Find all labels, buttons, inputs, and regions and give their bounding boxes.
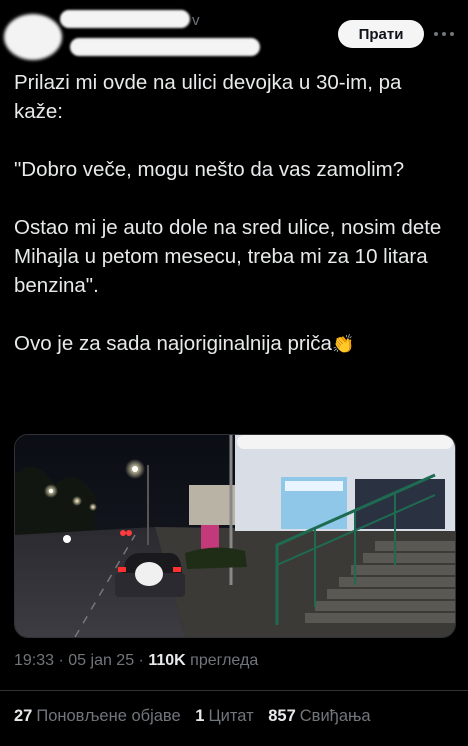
divider — [0, 690, 468, 691]
tweet-paragraph-2: "Dobro veče, mogu nešto da vas zamolim? — [14, 158, 405, 181]
more-options-icon[interactable] — [430, 24, 458, 44]
tweet-time: 19:33 — [14, 652, 55, 669]
tweet-date: 05 jan 25 — [68, 652, 135, 669]
reposts-count: 27 — [14, 707, 33, 725]
likes-stat[interactable]: 857 Свиђања — [268, 707, 370, 725]
meta-separator: · — [134, 652, 149, 669]
likes-count: 857 — [268, 707, 296, 725]
clapping-hands-icon: 👏 — [331, 334, 355, 354]
engagement-stats: 27 Поновљене објаве 1 Цитат 857 Свиђања — [14, 707, 381, 726]
tweet-meta: 19:33 · 05 jan 25 · 110K прегледа — [14, 652, 258, 670]
avatar[interactable] — [4, 14, 62, 60]
views-label: прегледа — [185, 652, 259, 669]
reposts-label: Поновљене објаве — [36, 707, 181, 725]
follow-button[interactable]: Прати — [338, 20, 424, 48]
tweet-paragraph-4: Ovo je za sada najoriginalnija priča👏 — [14, 329, 454, 358]
tweet-paragraph-1: Prilazi mi ovde na ulici devojka u 30-im… — [14, 71, 402, 123]
likes-label: Свиђања — [299, 707, 371, 725]
username-redacted — [70, 38, 260, 56]
tweet-paragraph-4-text: Ovo je za sada najoriginalnija priča — [14, 332, 332, 355]
tweet-paragraph-3: Ostao mi je auto dole na sred ulice, nos… — [14, 216, 442, 297]
display-name-redacted — [60, 10, 190, 28]
tweet-text: Prilazi mi ovde na ulici devojka u 30-im… — [14, 68, 454, 387]
quotes-label: Цитат — [208, 707, 254, 725]
display-name-fragment: v — [192, 12, 200, 29]
meta-separator: · — [54, 652, 69, 669]
tweet-photo[interactable] — [14, 434, 456, 638]
quotes-stat[interactable]: 1 Цитат — [195, 707, 253, 725]
reposts-stat[interactable]: 27 Поновљене објаве — [14, 707, 181, 725]
quotes-count: 1 — [195, 707, 205, 725]
views-count: 110K — [148, 652, 186, 669]
